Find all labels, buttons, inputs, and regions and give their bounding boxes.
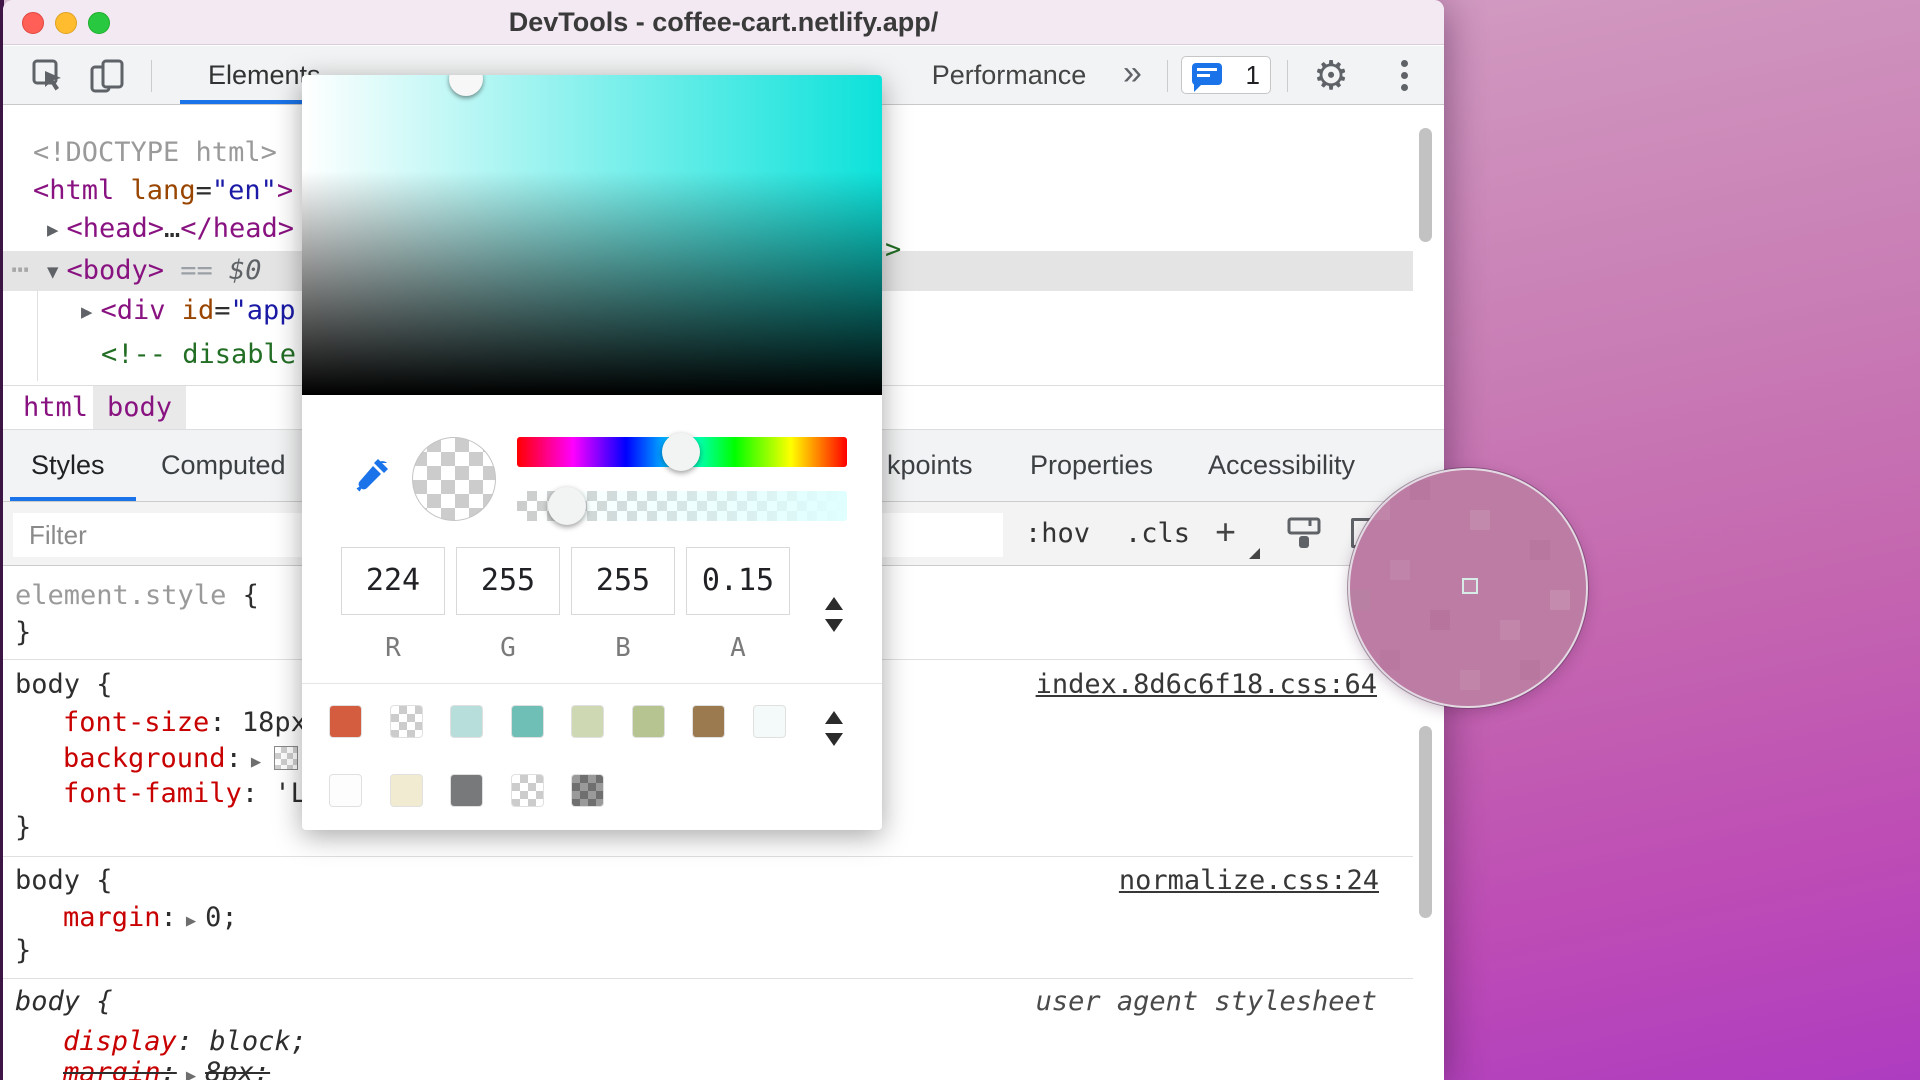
tab-performance[interactable]: Performance	[923, 46, 1095, 104]
palette-swatch[interactable]	[390, 706, 422, 737]
palette-swatch[interactable]	[511, 706, 543, 737]
green-label: G	[500, 633, 516, 663]
toolbar-separator	[151, 60, 152, 92]
dom-node-comment[interactable]: <!-- disable	[101, 336, 296, 374]
palette-swatch[interactable]	[572, 775, 603, 806]
settings-gear-icon[interactable]: ⚙	[1309, 47, 1353, 105]
current-color-swatch[interactable]	[412, 437, 496, 521]
rule-element-style-close: }	[15, 617, 32, 648]
saturation-field[interactable]	[302, 75, 882, 395]
device-toolbar-icon[interactable]	[89, 58, 125, 94]
picker-divider	[302, 683, 882, 684]
color-picker-popup: 224 255 255 0.15 R G B A	[302, 75, 882, 830]
rule-body-ua-selector[interactable]: body {	[15, 984, 113, 1020]
tab-breakpoints-partial[interactable]: kpoints	[887, 430, 973, 501]
css-prop-font-size[interactable]: font-size: 18px;	[63, 705, 323, 741]
eyedropper-magnifier[interactable]	[1348, 468, 1588, 708]
palette-swatch[interactable]	[330, 775, 361, 806]
more-tabs-chevron-icon[interactable]: »	[1123, 46, 1142, 104]
blue-label: B	[615, 633, 631, 663]
palette-swatch[interactable]	[572, 706, 603, 737]
tab-accessibility[interactable]: Accessibility	[1208, 430, 1355, 501]
breadcrumb-html[interactable]: html	[9, 386, 102, 429]
palette-swatch[interactable]	[511, 775, 543, 806]
hue-slider[interactable]	[517, 433, 847, 471]
green-value-input[interactable]: 255	[456, 547, 560, 615]
new-style-rule-button[interactable]: +	[1215, 502, 1236, 565]
dom-node-doctype[interactable]: <!DOCTYPE html>	[33, 134, 277, 172]
palette-swatch[interactable]	[330, 706, 361, 737]
palette-swatch[interactable]	[451, 775, 482, 806]
palette-swatch[interactable]	[693, 706, 724, 737]
elements-scrollbar-thumb[interactable]	[1419, 128, 1432, 242]
toggle-class-editor[interactable]: .cls	[1125, 502, 1190, 565]
blue-value-input[interactable]: 255	[571, 547, 675, 615]
palette-next-icon[interactable]	[825, 733, 843, 746]
new-rule-caret	[1249, 548, 1260, 559]
palette-swatch[interactable]	[390, 775, 422, 806]
rule-body-selector[interactable]: body {	[15, 667, 113, 703]
rule-normalize-close: }	[15, 935, 32, 966]
eyedropper-icon[interactable]	[348, 453, 396, 501]
issues-button[interactable]: 1	[1181, 56, 1271, 94]
saturation-thumb[interactable]	[449, 75, 483, 96]
stylesheet-link-normalize[interactable]: normalize.css:24	[1119, 863, 1379, 899]
dom-node-head[interactable]: ▶ <head>…</head>	[47, 210, 294, 248]
title-bar: DevTools - coffee-cart.netlify.app/	[3, 0, 1444, 45]
rendering-brush-icon[interactable]	[1286, 516, 1324, 552]
red-label: R	[385, 633, 401, 663]
issues-count: 1	[1245, 60, 1260, 90]
alpha-value-input[interactable]: 0.15	[686, 547, 790, 615]
rule-element-style-open[interactable]: element.style {	[15, 578, 259, 614]
magnifier-center-pixel	[1462, 578, 1478, 594]
dom-comment-end: >	[885, 234, 902, 265]
css-prop-background[interactable]: background: ▶	[63, 741, 299, 777]
tab-properties[interactable]: Properties	[1030, 430, 1153, 501]
stylesheet-link-index-css[interactable]: index.8d6c6f18.css:64	[1036, 667, 1377, 703]
active-styles-tab-underline	[10, 497, 136, 501]
dom-node-div-app[interactable]: ▶ <div id="app	[81, 292, 296, 330]
active-tab-underline	[180, 100, 320, 104]
css-prop-margin[interactable]: margin: ▶ 0;	[63, 900, 238, 936]
red-value-input[interactable]: 224	[341, 547, 445, 615]
toolbar-separator	[1287, 60, 1288, 92]
user-agent-stylesheet-label: user agent stylesheet	[1035, 986, 1377, 1017]
window-title: DevTools - coffee-cart.netlify.app/	[508, 7, 939, 37]
format-switch-up-icon[interactable]	[825, 597, 843, 610]
palette-swatch[interactable]	[632, 706, 664, 737]
alpha-label: A	[730, 633, 746, 663]
css-prop-font-family[interactable]: font-family: 'L	[63, 776, 307, 812]
toggle-hover-state[interactable]: :hov	[1025, 502, 1090, 565]
palette-swatch[interactable]	[753, 706, 785, 737]
expand-caret-icon[interactable]: ▶	[47, 211, 58, 249]
hue-slider-thumb[interactable]	[662, 433, 700, 471]
indent-guide	[37, 291, 38, 381]
issues-bubble-icon	[1192, 63, 1222, 92]
dom-node-html[interactable]: <html lang="en">	[33, 172, 293, 210]
palette-swatch[interactable]	[451, 706, 482, 737]
tab-computed[interactable]: Computed	[161, 430, 286, 501]
tab-styles[interactable]: Styles	[31, 430, 105, 501]
css-prop-margin-overridden[interactable]: margin: ▶ 8px;	[63, 1055, 270, 1080]
alpha-slider[interactable]	[517, 487, 847, 525]
palette-prev-icon[interactable]	[825, 711, 843, 724]
more-options-icon[interactable]	[1397, 58, 1411, 94]
section-divider	[3, 856, 1413, 857]
section-divider	[3, 978, 1413, 979]
rule-body-normalize-selector[interactable]: body {	[15, 863, 113, 899]
rule-body-close: }	[15, 812, 32, 843]
toolbar-separator	[1167, 60, 1168, 92]
format-switch-down-icon[interactable]	[825, 619, 843, 632]
node-overflow-dots[interactable]: ⋯	[11, 251, 29, 291]
inspect-element-icon[interactable]	[31, 58, 67, 94]
dom-node-body-selected[interactable]: ▼ <body> == $0	[47, 252, 262, 290]
expand-caret-icon[interactable]: ▶	[81, 293, 92, 331]
styles-scrollbar-thumb[interactable]	[1419, 726, 1432, 918]
alpha-slider-thumb[interactable]	[548, 487, 586, 525]
breadcrumb-body[interactable]: body	[93, 386, 187, 429]
collapse-caret-icon[interactable]: ▼	[47, 253, 58, 291]
